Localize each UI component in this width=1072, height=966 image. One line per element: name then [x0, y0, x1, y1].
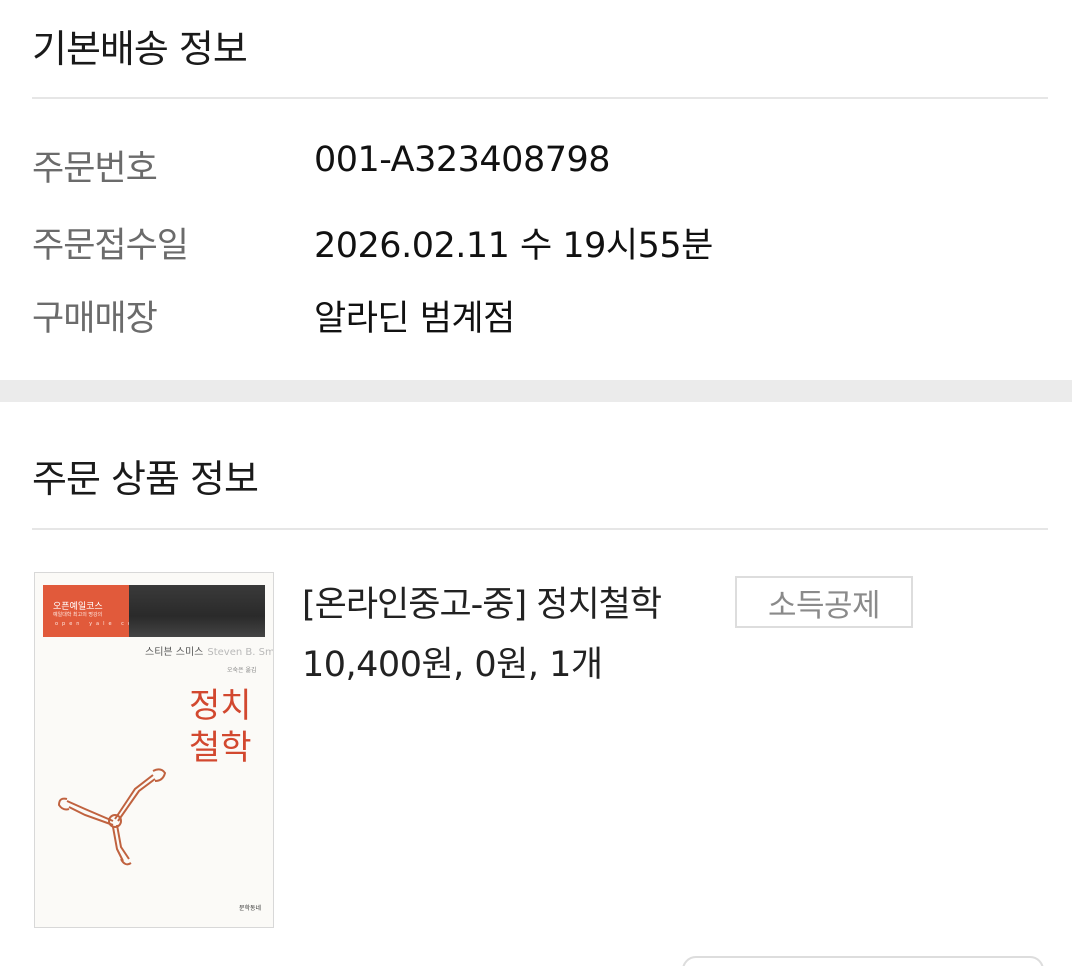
cover-publisher: 문학동네: [239, 905, 262, 912]
cover-banner: 오픈예일코스 예일대학 최고의 명강의 open yale courses: [43, 585, 265, 637]
order-date-value: 2026.02.11 수 19시55분: [314, 226, 713, 266]
order-date-row: 주문접수일 2026.02.11 수 19시55분: [32, 217, 1032, 267]
cover-title: 정치철학: [189, 686, 252, 768]
cover-author: 스티븐 스미스Steven B. Smith: [145, 643, 274, 658]
order-detail-page: 기본배송 정보 주문번호 001-A323408798 주문접수일 2026.0…: [0, 0, 1072, 966]
divider: [32, 528, 1048, 530]
action-button[interactable]: [682, 956, 1044, 966]
cover-author-korean: 스티븐 스미스: [145, 647, 204, 658]
order-date-label: 주문접수일: [32, 226, 189, 266]
store-row: 구매매장 알라딘 범계점: [32, 290, 1032, 340]
cover-translator: 오숙은 옮김: [227, 667, 257, 674]
cover-series-subtitle: 예일대학 최고의 명강의: [53, 612, 103, 618]
basic-info-title: 기본배송 정보: [32, 27, 248, 71]
store-value: 알라딘 범계점: [314, 299, 515, 339]
product-info-title: 주문 상품 정보: [32, 457, 259, 501]
divider: [32, 97, 1048, 99]
book-cover-image[interactable]: 오픈예일코스 예일대학 최고의 명강의 open yale courses 스티…: [34, 572, 274, 928]
tax-deduction-badge: 소득공제: [735, 576, 913, 628]
order-number-label: 주문번호: [32, 149, 158, 189]
store-label: 구매매장: [32, 299, 158, 339]
cover-lecture-photo: [129, 585, 265, 637]
order-number-value: 001-A323408798: [314, 140, 611, 180]
product-price-quantity: 10,400원, 0원, 1개: [302, 645, 603, 685]
section-separator: [0, 380, 1072, 402]
product-name-link[interactable]: [온라인중고-중] 정치철학: [302, 576, 662, 627]
cover-author-english: Steven B. Smith: [207, 647, 274, 658]
cover-triskelion-illustration: [57, 768, 167, 866]
order-number-row: 주문번호 001-A323408798: [32, 140, 1032, 190]
